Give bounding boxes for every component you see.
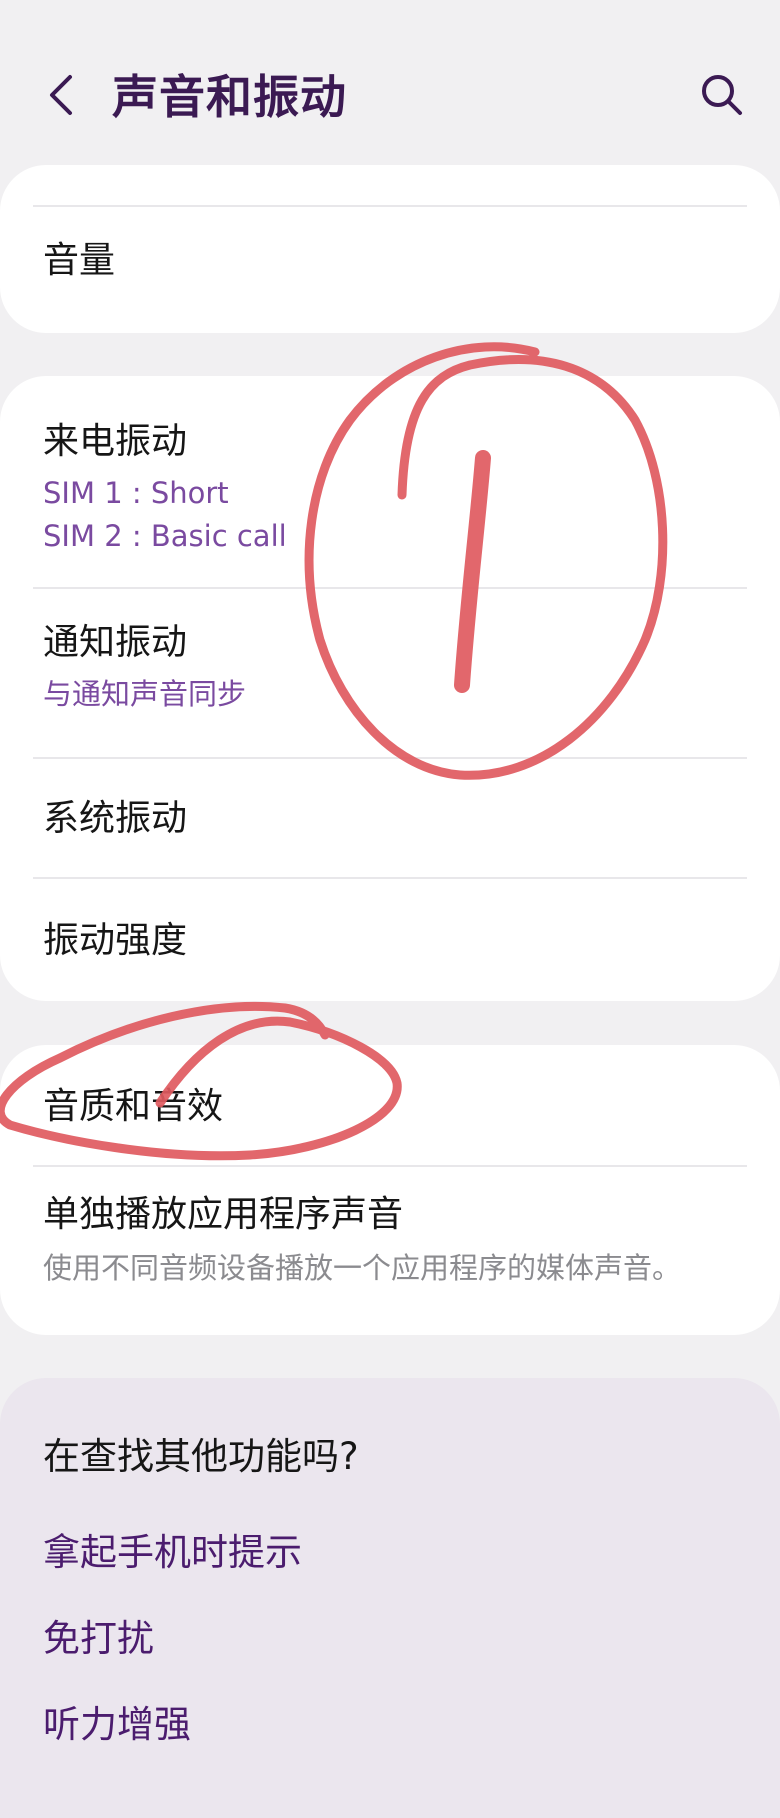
- notification-vibration-title: 通知振动: [43, 622, 188, 663]
- app-header: 声音和振动: [0, 0, 780, 175]
- notification-vibration-subtitle: 与通知声音同步: [43, 677, 247, 711]
- link-pickup-alert[interactable]: 拿起手机时提示: [43, 1528, 302, 1578]
- vibration-intensity-title: 振动强度: [43, 920, 188, 961]
- separate-app-sound-title: 单独播放应用程序声音: [43, 1194, 404, 1235]
- call-vibration-sim1: SIM 1 : Short: [43, 476, 229, 510]
- call-vibration-row[interactable]: 来电振动 SIM 1 : Short SIM 2 : Basic call: [0, 376, 780, 587]
- link-do-not-disturb[interactable]: 免打扰: [43, 1614, 154, 1664]
- vibration-intensity-row[interactable]: 振动强度: [0, 879, 780, 1001]
- find-more-section: 在查找其他功能吗? 拿起手机时提示 免打扰 听力增强: [0, 1378, 780, 1818]
- call-vibration-sim2: SIM 2 : Basic call: [43, 519, 287, 553]
- vibration-card: 来电振动 SIM 1 : Short SIM 2 : Basic call 通知…: [0, 376, 780, 1001]
- volume-card: 音量: [0, 165, 780, 333]
- sound-quality-row[interactable]: 音质和音效: [0, 1045, 780, 1165]
- audio-card: 音质和音效 单独播放应用程序声音 使用不同音频设备播放一个应用程序的媒体声音。: [0, 1045, 780, 1335]
- link-hearing-enhancement[interactable]: 听力增强: [43, 1700, 191, 1750]
- search-icon: [702, 75, 742, 115]
- system-vibration-title: 系统振动: [43, 798, 188, 839]
- notification-vibration-row[interactable]: 通知振动 与通知声音同步: [0, 589, 780, 757]
- find-more-title: 在查找其他功能吗?: [43, 1435, 359, 1478]
- system-vibration-row[interactable]: 系统振动: [0, 759, 780, 877]
- page-title: 声音和振动: [112, 70, 347, 124]
- search-button[interactable]: [690, 60, 754, 130]
- separate-app-sound-row[interactable]: 单独播放应用程序声音 使用不同音频设备播放一个应用程序的媒体声音。: [0, 1167, 780, 1335]
- separate-app-sound-subtitle: 使用不同音频设备播放一个应用程序的媒体声音。: [43, 1251, 682, 1285]
- volume-row[interactable]: 音量: [0, 207, 780, 333]
- chevron-left-icon: [50, 75, 72, 115]
- sound-quality-title: 音质和音效: [43, 1086, 224, 1127]
- call-vibration-title: 来电振动: [43, 421, 188, 462]
- back-button[interactable]: [30, 60, 90, 130]
- volume-label: 音量: [43, 240, 116, 281]
